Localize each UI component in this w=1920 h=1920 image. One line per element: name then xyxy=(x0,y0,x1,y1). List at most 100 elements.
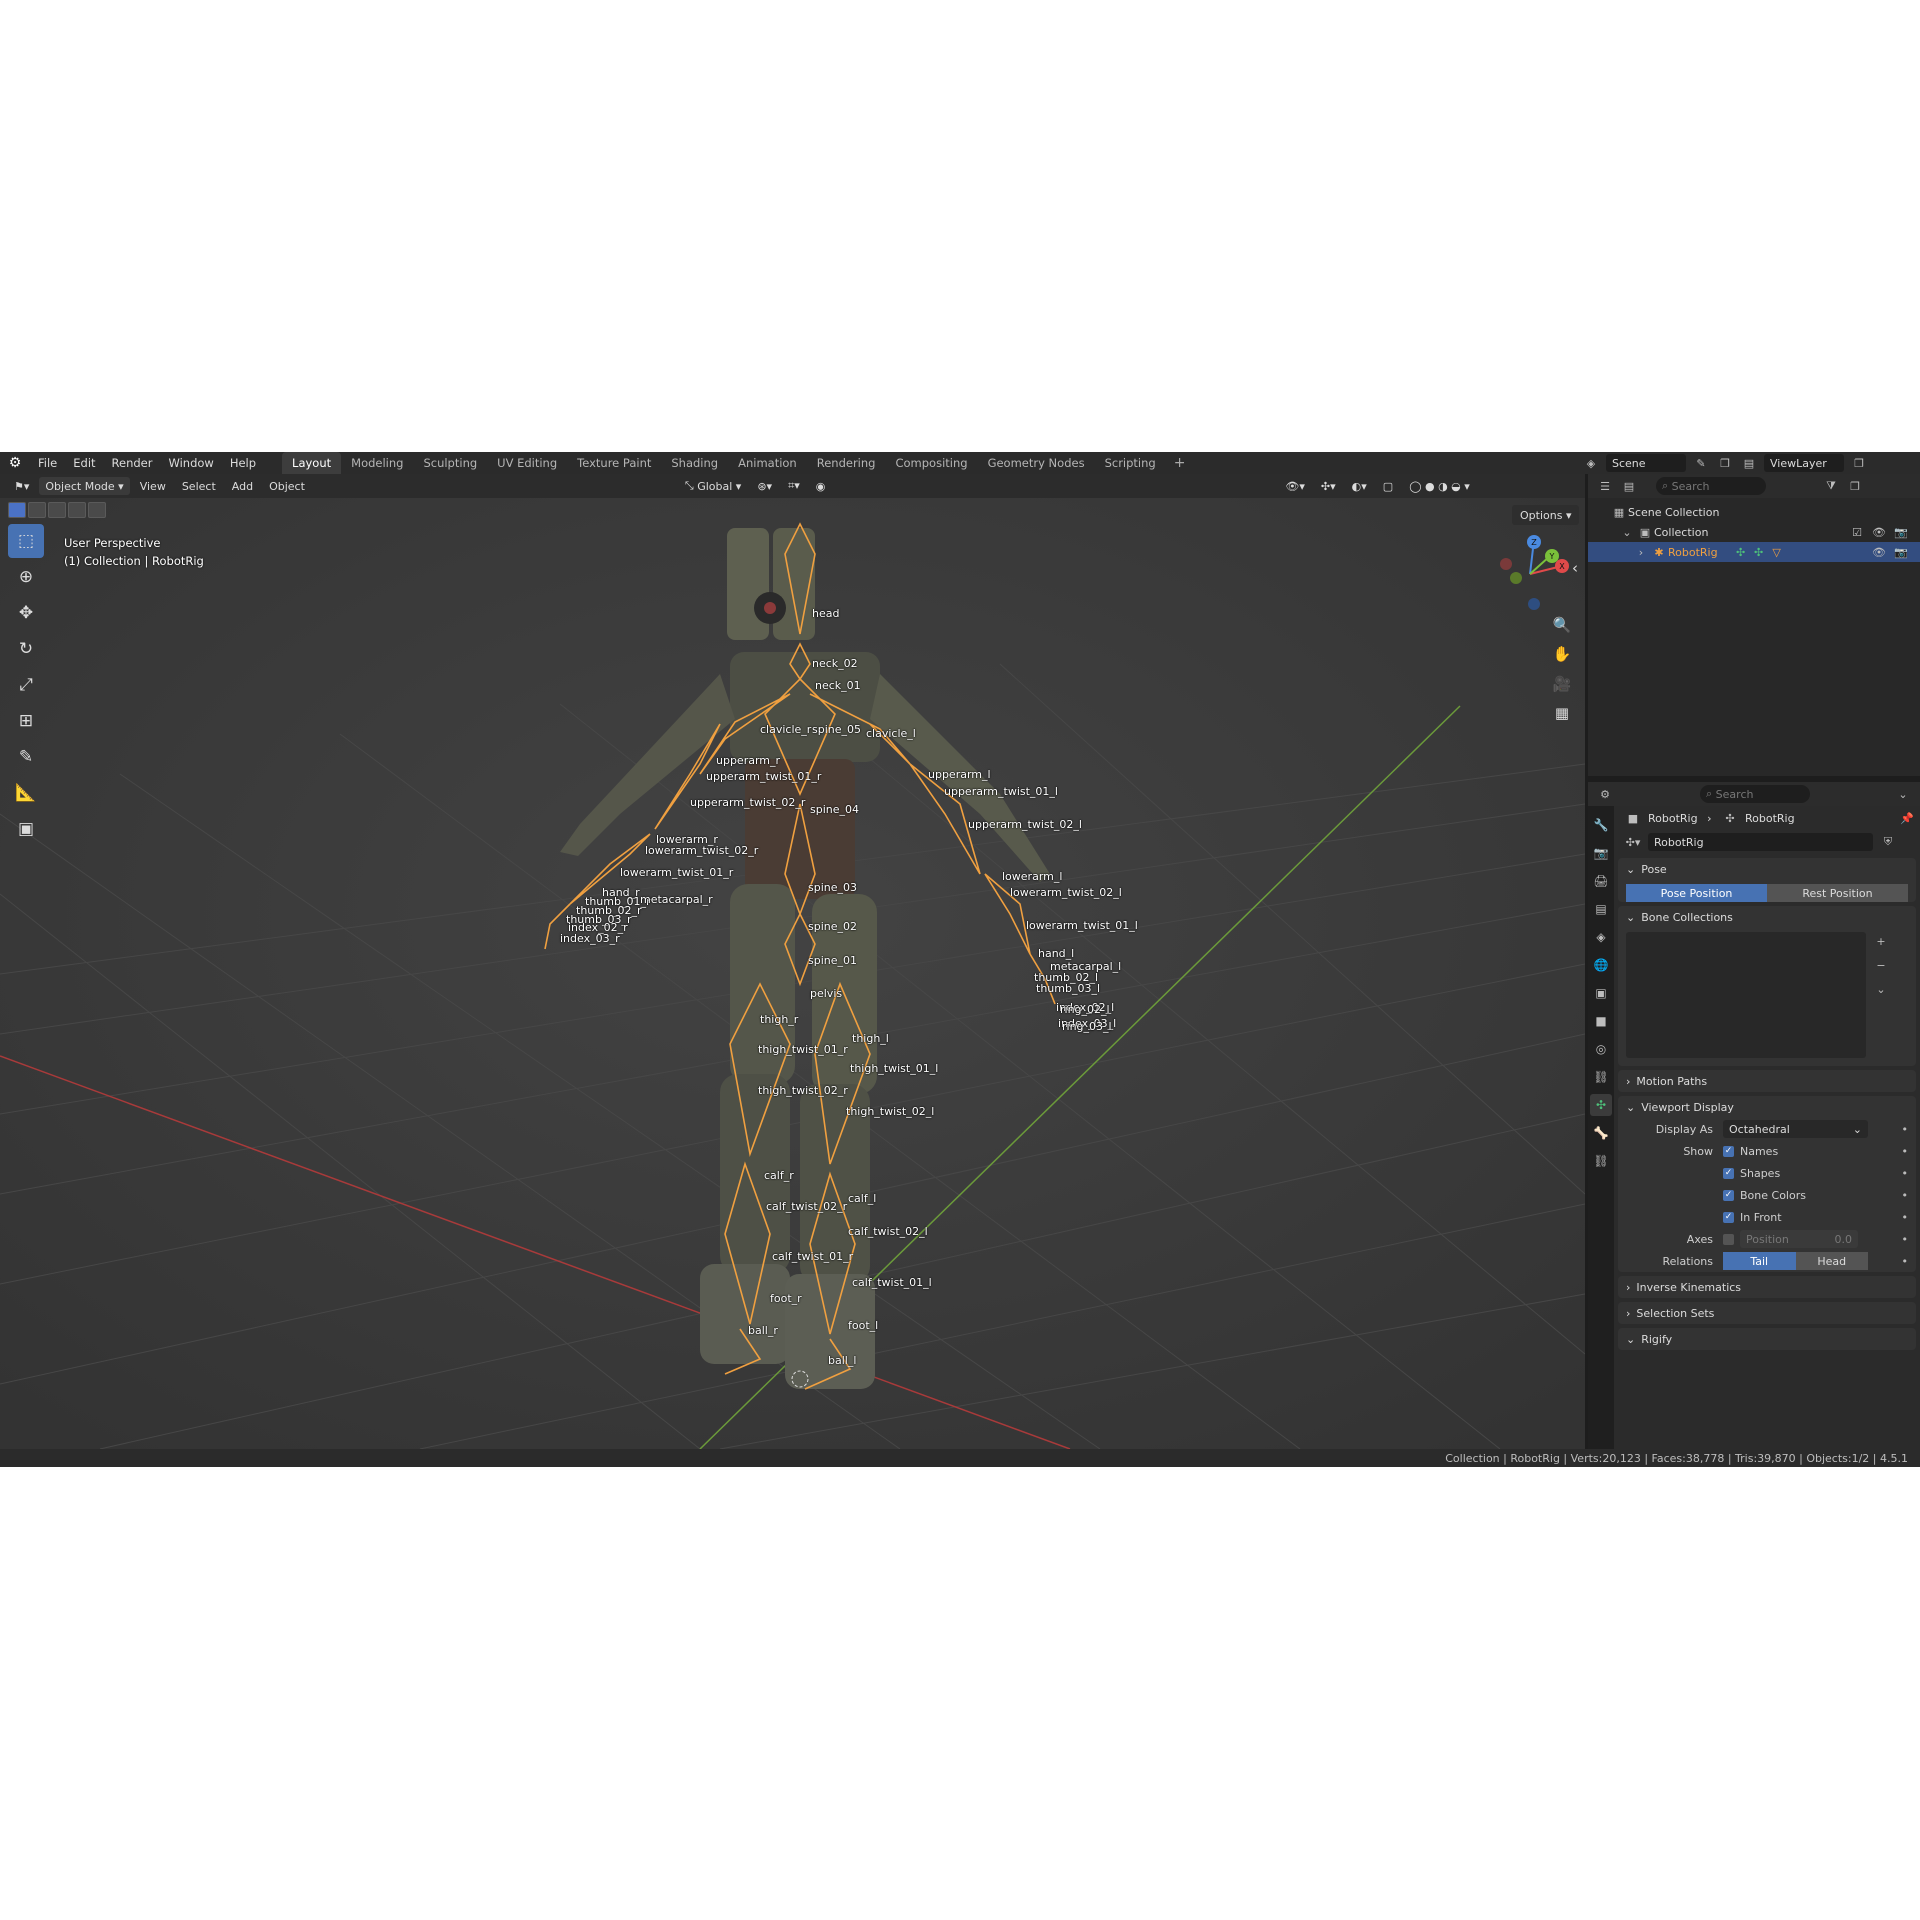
gizmo-toggle-icon[interactable]: ✣▾ xyxy=(1315,477,1342,495)
tab-modeling[interactable]: Modeling xyxy=(341,452,413,474)
armature-data-tab-icon[interactable]: ✣ xyxy=(1590,1094,1612,1116)
outliner-scene-collection[interactable]: ▦ Scene Collection xyxy=(1588,502,1920,522)
menu-object[interactable]: Object xyxy=(263,477,311,495)
sidebar-toggle-icon[interactable]: ‹ xyxy=(1566,554,1584,582)
bone-label-ball-r[interactable]: ball_r xyxy=(748,1324,778,1337)
pose-position-button[interactable]: Pose Position xyxy=(1626,884,1767,902)
relations-tail-button[interactable]: Tail xyxy=(1723,1252,1796,1270)
tool-tab-icon[interactable]: 🔧 xyxy=(1590,814,1612,836)
bone-label-spine-01[interactable]: spine_01 xyxy=(808,954,857,967)
menu-file[interactable]: File xyxy=(30,452,65,474)
bone-label-calf-twist-01-r[interactable]: calf_twist_01_r xyxy=(772,1250,853,1263)
properties-search-input[interactable]: ⌕ Search xyxy=(1700,785,1810,803)
display-as-dropdown[interactable]: Octahedral ⌄ xyxy=(1723,1120,1868,1138)
snap-icon[interactable]: ⌗▾ xyxy=(782,477,806,495)
bone-label-thigh-twist-02-r[interactable]: thigh_twist_02_r xyxy=(758,1084,848,1097)
menu-add[interactable]: Add xyxy=(226,477,259,495)
tab-rendering[interactable]: Rendering xyxy=(807,452,886,474)
select-extend-icon[interactable] xyxy=(28,502,46,518)
armature-name-field[interactable]: RobotRig xyxy=(1648,833,1873,851)
bone-constraints-tab-icon[interactable]: ⛓ xyxy=(1590,1150,1612,1172)
rigify-header[interactable]: ⌄ Rigify xyxy=(1618,1328,1916,1350)
bone-collections-list[interactable] xyxy=(1626,932,1866,1058)
rest-position-button[interactable]: Rest Position xyxy=(1767,884,1908,902)
motion-paths-header[interactable]: › Motion Paths xyxy=(1618,1070,1916,1092)
bone-label-neck-02[interactable]: neck_02 xyxy=(812,657,858,670)
rigify-panel[interactable]: ⌄ Rigify xyxy=(1618,1328,1916,1350)
new-view-layer-icon[interactable]: ❐ xyxy=(1850,454,1868,472)
add-workspace-icon[interactable]: + xyxy=(1166,455,1194,471)
physics-tab-icon[interactable]: ◎ xyxy=(1590,1038,1612,1060)
eye-icon[interactable]: 👁 xyxy=(1870,523,1888,541)
bone-label-lowerarm-l[interactable]: lowerarm_l xyxy=(1002,870,1062,883)
bone-label-metacarpal-r[interactable]: metacarpal_r xyxy=(640,893,713,906)
bone-label-lowerarm-twist-02-r[interactable]: lowerarm_twist_02_r xyxy=(645,844,758,857)
blender-logo-icon[interactable]: ⚙ xyxy=(0,455,30,471)
bone-label-upperarm-l[interactable]: upperarm_l xyxy=(928,768,991,781)
neg-y-icon[interactable] xyxy=(1510,572,1522,584)
keyframe-dot-icon[interactable]: • xyxy=(1902,1167,1909,1180)
bone-label-thumb-03-l[interactable]: thumb_03_l xyxy=(1036,982,1100,995)
bone-label-spine-04[interactable]: spine_04 xyxy=(810,803,859,816)
mode-selector[interactable]: Object Mode ▾ xyxy=(39,477,130,495)
tab-sculpting[interactable]: Sculpting xyxy=(413,452,487,474)
bone-label-spine-03[interactable]: spine_03 xyxy=(808,881,857,894)
viewport-display-header[interactable]: ⌄ Viewport Display xyxy=(1618,1096,1916,1118)
tab-layout[interactable]: Layout xyxy=(282,452,342,474)
menu-view[interactable]: View xyxy=(134,477,172,495)
outliner-search-input[interactable]: ⌕ Search xyxy=(1656,477,1766,495)
xray-icon[interactable]: ▢ xyxy=(1377,477,1399,495)
bone-label-ball-l[interactable]: ball_l xyxy=(828,1354,856,1367)
world-tab-icon[interactable]: 🌐 xyxy=(1590,954,1612,976)
keyframe-dot-icon[interactable]: • xyxy=(1902,1255,1909,1268)
select-invert-icon[interactable] xyxy=(68,502,86,518)
overlay-toggle-icon[interactable]: ◐▾ xyxy=(1346,477,1373,495)
menu-window[interactable]: Window xyxy=(160,452,221,474)
camera-icon[interactable]: 📷 xyxy=(1892,523,1910,541)
bone-label-foot-r[interactable]: foot_r xyxy=(770,1292,802,1305)
menu-render[interactable]: Render xyxy=(104,452,161,474)
outliner-collection[interactable]: ⌄ ▣ Collection ☑ 👁 📷 xyxy=(1588,522,1920,542)
bone-label-thigh-twist-01-r[interactable]: thigh_twist_01_r xyxy=(758,1043,848,1056)
tab-texture-paint[interactable]: Texture Paint xyxy=(567,452,661,474)
render-tab-icon[interactable]: 📷 xyxy=(1590,842,1612,864)
chevron-down-icon[interactable]: ⌄ xyxy=(1618,523,1636,541)
chevron-right-icon[interactable]: › xyxy=(1632,543,1650,561)
annotate-tool-icon[interactable]: ✎ xyxy=(8,740,44,774)
in-front-checkbox[interactable]: ✓ xyxy=(1723,1211,1734,1223)
bone-label-head[interactable]: head xyxy=(812,607,839,620)
outliner-object-robotrig[interactable]: › ✱ RobotRig ✣ ✣ ▽ 👁 📷 xyxy=(1588,542,1920,562)
bone-label-thigh-l[interactable]: thigh_l xyxy=(852,1032,889,1045)
tab-animation[interactable]: Animation xyxy=(728,452,807,474)
output-tab-icon[interactable]: 🖨 xyxy=(1590,870,1612,892)
transform-tool-icon[interactable]: ⊞ xyxy=(8,704,44,738)
eye-icon[interactable]: 👁 xyxy=(1870,543,1888,561)
proportional-edit-icon[interactable]: ◉ xyxy=(810,477,832,495)
camera-icon[interactable]: 📷 xyxy=(1892,543,1910,561)
bone-label-calf-r[interactable]: calf_r xyxy=(764,1169,794,1182)
pivot-icon[interactable]: ⊛▾ xyxy=(751,477,778,495)
inverse-kinematics-header[interactable]: › Inverse Kinematics xyxy=(1618,1276,1916,1298)
cursor-tool-icon[interactable]: ⊕ xyxy=(8,560,44,594)
view-layer-tab-icon[interactable]: ▤ xyxy=(1590,898,1612,920)
keyframe-dot-icon[interactable]: • xyxy=(1902,1189,1909,1202)
names-checkbox[interactable]: ✓ xyxy=(1723,1145,1734,1157)
menu-edit[interactable]: Edit xyxy=(65,452,103,474)
options-button[interactable]: Options ▾ xyxy=(1512,505,1580,525)
bone-label-spine-02[interactable]: spine_02 xyxy=(808,920,857,933)
transform-orientation[interactable]: ⤡ Global ▾ xyxy=(679,477,747,495)
armature-data-icon[interactable]: ✣▾ xyxy=(1624,833,1642,851)
motion-paths-panel[interactable]: › Motion Paths xyxy=(1618,1070,1916,1092)
navigation-gizmo[interactable]: Z X Y xyxy=(1490,534,1570,617)
scene-field[interactable]: Scene xyxy=(1606,454,1686,472)
shapes-checkbox[interactable]: ✓ xyxy=(1723,1167,1734,1179)
bone-label-thigh-twist-01-l[interactable]: thigh_twist_01_l xyxy=(850,1062,938,1075)
select-subtract-icon[interactable] xyxy=(48,502,66,518)
object-tab-icon[interactable]: ■ xyxy=(1590,1010,1612,1032)
bone-label-neck-01[interactable]: neck_01 xyxy=(815,679,861,692)
tab-geometry-nodes[interactable]: Geometry Nodes xyxy=(978,452,1095,474)
pose-icon[interactable]: ✣ xyxy=(1732,543,1750,561)
view-layer-icon[interactable]: ▤ xyxy=(1740,454,1758,472)
menu-help[interactable]: Help xyxy=(222,452,264,474)
new-scene-icon[interactable]: ❐ xyxy=(1716,454,1734,472)
